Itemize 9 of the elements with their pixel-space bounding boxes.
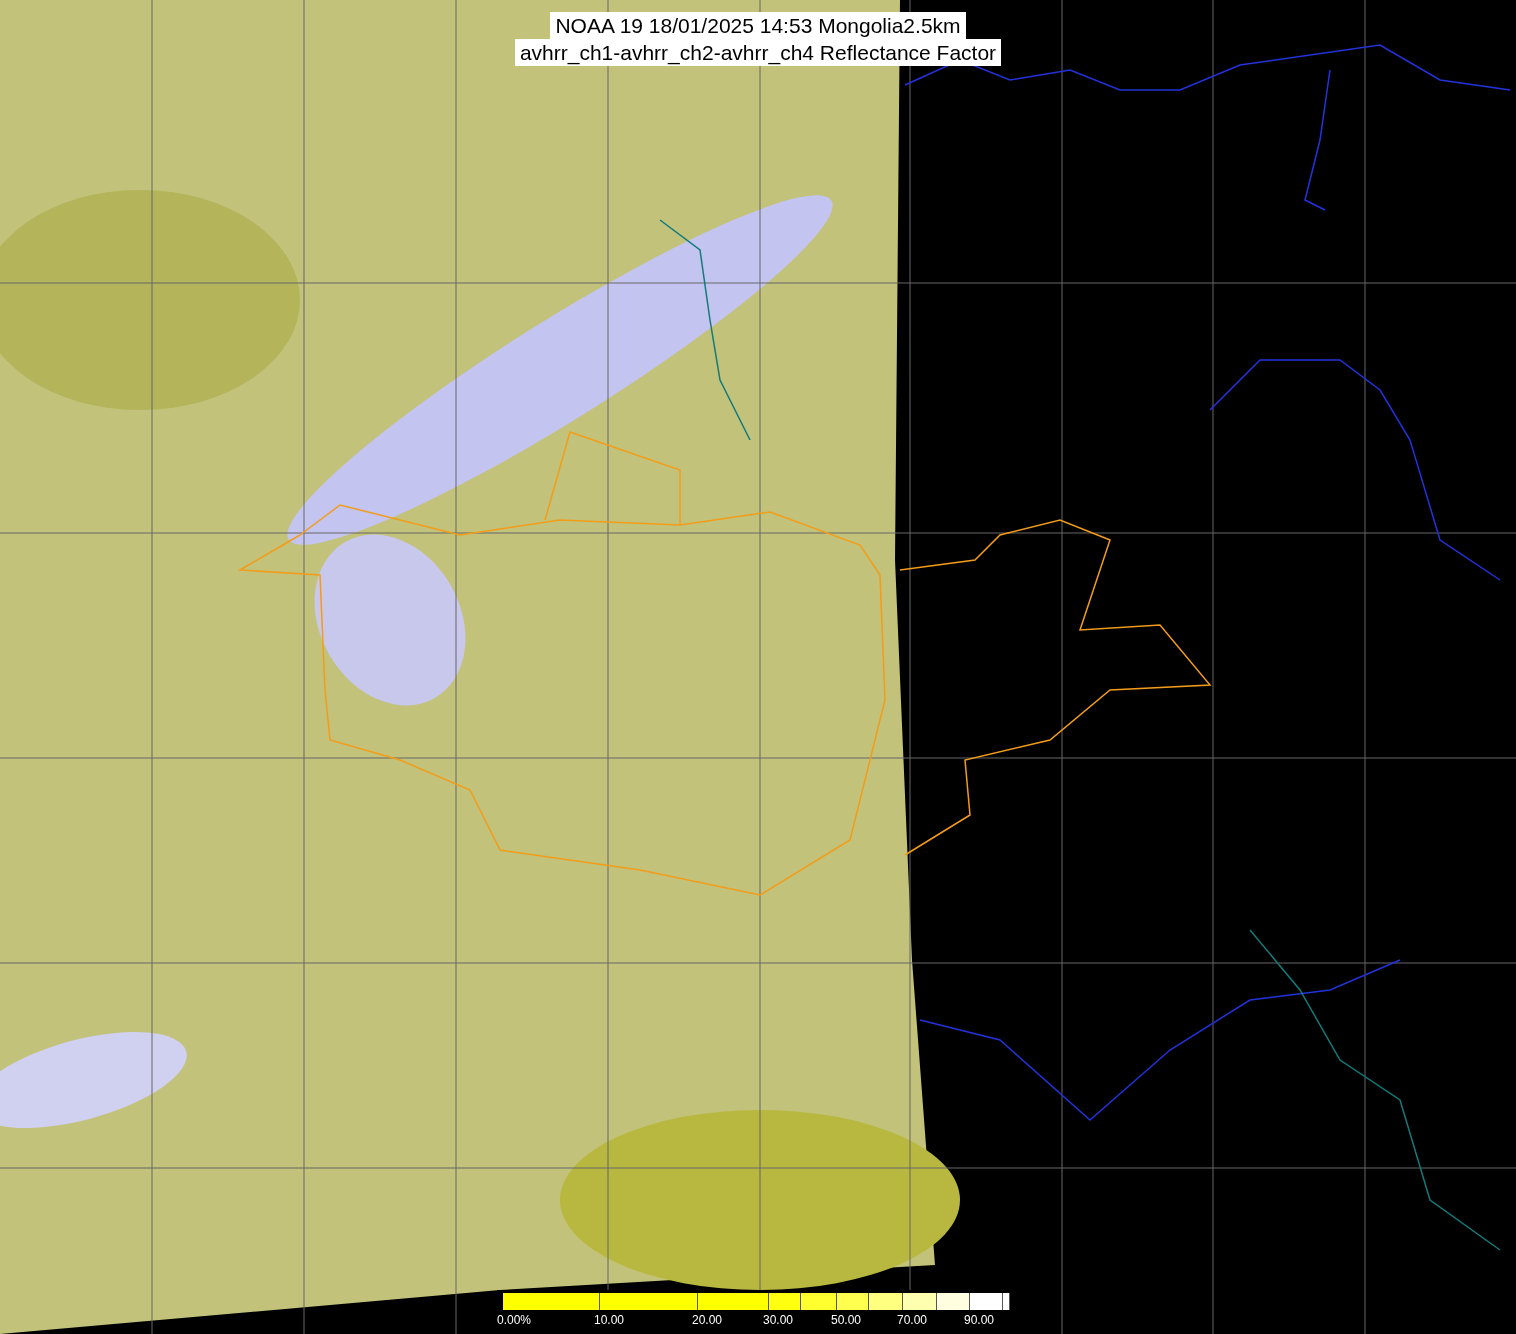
map-title: NOAA 19 18/01/2025 14:53 Mongolia2.5km bbox=[550, 12, 966, 39]
colorbar-tick-label: 90.00 bbox=[964, 1313, 995, 1327]
colorbar-tick-label: 70.00 bbox=[897, 1313, 928, 1327]
map-title: avhrr_ch1-avhrr_ch2-avhrr_ch4 Reflectance Factor bbox=[514, 39, 1002, 66]
colorbar-tick-label: 10.00 bbox=[594, 1313, 625, 1327]
colorbar-tick-label: 50.00 bbox=[831, 1313, 862, 1327]
colorbar-tick-label: 30.00 bbox=[763, 1313, 794, 1327]
colorbar-tick-label: 0.00% bbox=[497, 1313, 532, 1327]
colorbar-tick-label: 20.00 bbox=[692, 1313, 723, 1327]
